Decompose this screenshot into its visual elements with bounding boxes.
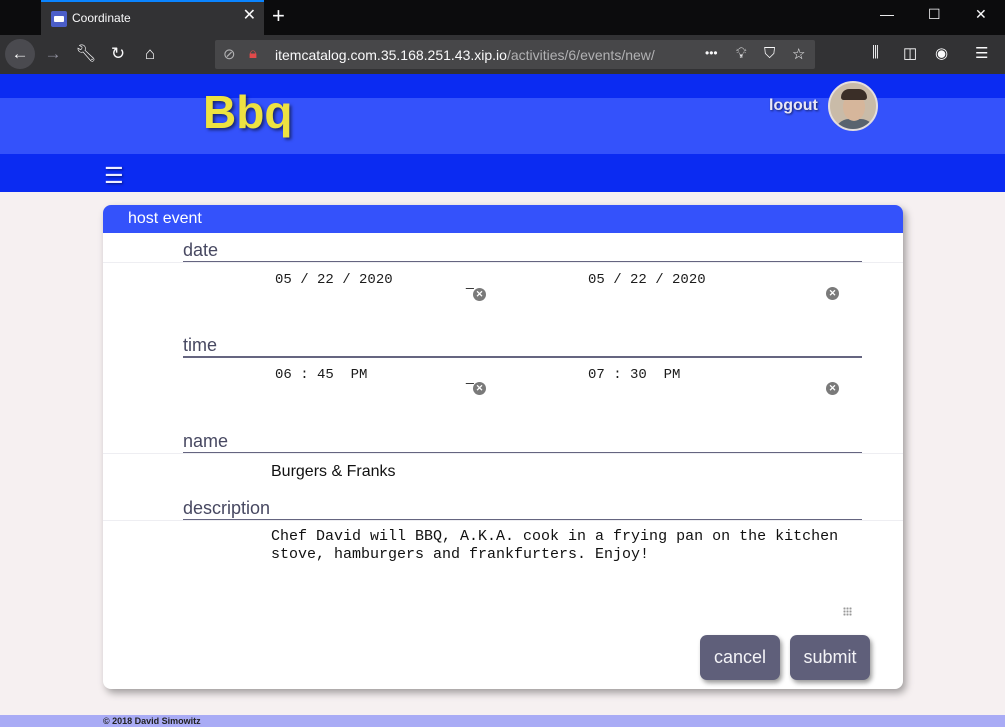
avatar[interactable] [828, 81, 878, 131]
bookmark-star-icon[interactable]: ☆ [792, 45, 805, 63]
reload-button[interactable]: ↻ [103, 39, 133, 69]
library-icon[interactable]: ⫼ [872, 44, 879, 61]
end-time-input[interactable]: 07 : 30 PM [588, 367, 680, 383]
submit-button[interactable]: submit [790, 635, 870, 680]
clear-start-time-icon[interactable]: ✕ [473, 382, 486, 395]
divider [103, 453, 903, 454]
copyright-text: © 2018 David Simowitz [103, 716, 201, 726]
description-label: description [183, 498, 862, 521]
site-favicon-icon [51, 11, 67, 27]
tracking-protection-icon[interactable]: ⊘ [223, 45, 236, 63]
description-textarea[interactable]: Chef David will BBQ, A.K.A. cook in a fr… [271, 528, 851, 564]
time-label: time [183, 335, 862, 358]
card-title: host event [128, 210, 202, 227]
home-button[interactable]: ⌂ [135, 39, 165, 69]
end-date-input[interactable]: 05 / 22 / 2020 [588, 272, 706, 288]
page-actions-icon[interactable]: ••• [705, 46, 718, 60]
tab-title: Coordinate [72, 11, 131, 25]
name-label: name [183, 431, 862, 454]
menu-icon[interactable]: ☰ [975, 44, 988, 62]
address-bar[interactable]: ⊘ 🔒︎ itemcatalog.com.35.168.251.43.xip.i… [215, 40, 815, 69]
browser-tab[interactable]: Coordinate ✕ [41, 0, 264, 35]
lightbulb-icon[interactable]: 💡︎ [736, 45, 747, 62]
start-time-input[interactable]: 06 : 45 PM [275, 367, 367, 383]
host-event-card: host event date 05 / 22 / 2020 _ ✕ 05 / … [103, 205, 903, 689]
maximize-icon[interactable]: ☐ [928, 6, 941, 23]
hamburger-menu-icon[interactable]: ☰ [104, 163, 124, 189]
name-input[interactable]: Burgers & Franks [271, 463, 395, 481]
browser-titlebar: Coordinate ✕ + — ☐ ✕ [0, 0, 1005, 35]
close-window-icon[interactable]: ✕ [975, 6, 987, 23]
date-label: date [183, 240, 862, 263]
site-logo[interactable]: Bbq [203, 85, 292, 139]
account-icon[interactable]: ◉ [935, 44, 948, 62]
divider [103, 520, 903, 521]
range-separator: _ [466, 273, 474, 289]
logout-link[interactable]: logout [769, 97, 818, 115]
insecure-lock-icon[interactable]: 🔒︎ [249, 45, 257, 62]
minimize-icon[interactable]: — [880, 6, 894, 22]
back-button[interactable]: ← [5, 39, 35, 69]
avatar-hair [841, 89, 867, 100]
textarea-resize-handle[interactable] [843, 607, 852, 616]
nav-strip [0, 154, 1005, 192]
sidebar-icon[interactable]: ◫ [903, 44, 917, 62]
card-header: host event [103, 205, 903, 233]
forward-button[interactable]: → [38, 39, 68, 69]
wrench-icon[interactable]: 🔧︎ [71, 39, 101, 69]
browser-toolbar: ← → 🔧︎ ↻ ⌂ ⊘ 🔒︎ itemcatalog.com.35.168.2… [0, 35, 1005, 74]
start-date-input[interactable]: 05 / 22 / 2020 [275, 272, 393, 288]
url-text[interactable]: itemcatalog.com.35.168.251.43.xip.io/act… [275, 47, 655, 63]
cancel-button[interactable]: cancel [700, 635, 780, 680]
close-tab-icon[interactable]: ✕ [243, 8, 256, 24]
new-tab-button[interactable]: + [272, 4, 285, 28]
clear-start-date-icon[interactable]: ✕ [473, 288, 486, 301]
clear-end-time-icon[interactable]: ✕ [826, 382, 839, 395]
divider [103, 262, 903, 263]
range-separator: _ [466, 368, 474, 384]
clear-end-date-icon[interactable]: ✕ [826, 287, 839, 300]
pocket-icon[interactable]: ⛉ [764, 45, 775, 62]
